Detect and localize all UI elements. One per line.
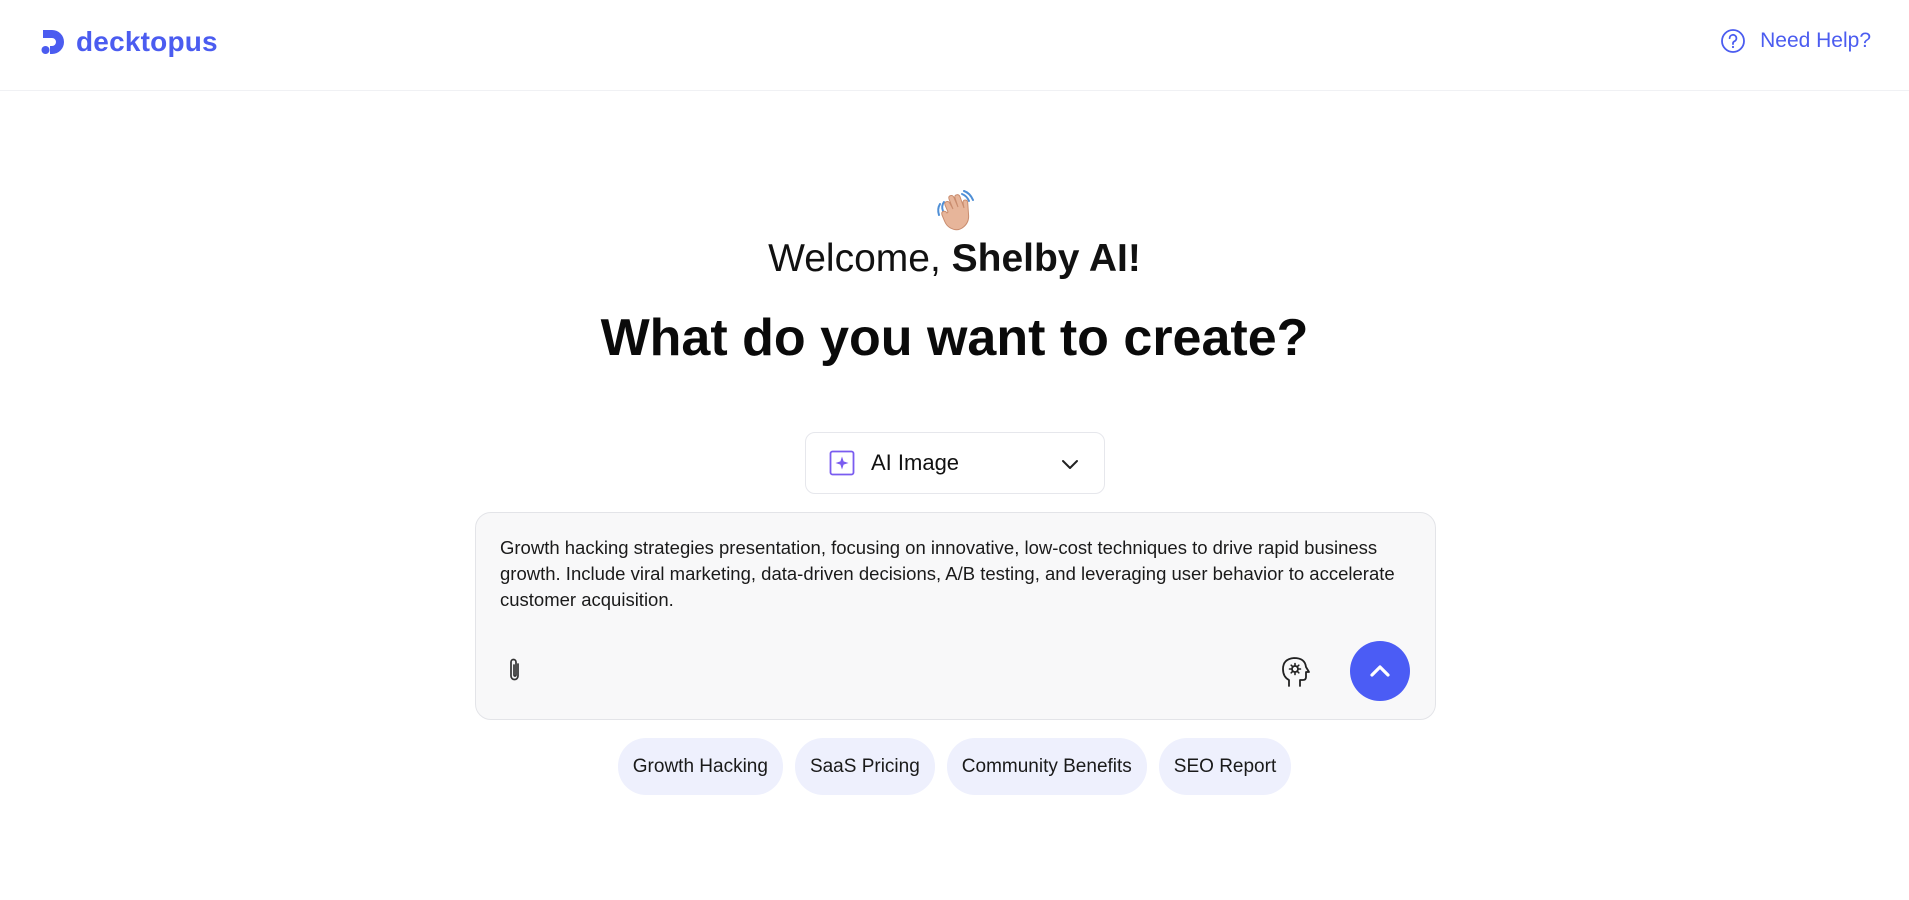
suggestion-chip-saas-pricing[interactable]: SaaS Pricing	[794, 738, 935, 795]
send-button[interactable]	[1350, 641, 1410, 701]
suggestion-chip-community-benefits[interactable]: Community Benefits	[946, 738, 1147, 795]
suggestion-chip-seo-report[interactable]: SEO Report	[1158, 738, 1292, 795]
brand-name: decktopus	[76, 26, 218, 57]
decktopus-logo[interactable]: decktopus	[40, 26, 218, 58]
prompt-textarea[interactable]: Growth hacking strategies presentation, …	[500, 535, 1405, 613]
suggestion-chips: Growth Hacking SaaS Pricing Community Be…	[0, 738, 1909, 795]
page-title: What do you want to create?	[600, 309, 1309, 367]
question-circle-icon	[1721, 29, 1745, 53]
content-type-selected: AI Image	[871, 450, 960, 475]
chevron-down-icon	[1062, 460, 1078, 469]
brain-gear-icon[interactable]	[1280, 655, 1312, 689]
welcome-message: Welcome, Shelby AI!	[0, 234, 1909, 284]
waving-hand-icon	[933, 190, 977, 234]
chevron-up-icon	[1370, 665, 1390, 677]
prompt-composer: Growth hacking strategies presentation, …	[475, 512, 1436, 720]
suggestion-chip-growth-hacking[interactable]: Growth Hacking	[617, 738, 783, 795]
paperclip-icon[interactable]	[502, 655, 528, 685]
sparkle-icon	[829, 450, 855, 476]
welcome-prefix: Welcome,	[768, 237, 952, 280]
user-name: Shelby AI!	[951, 237, 1141, 280]
top-bar: decktopus Need Help?	[0, 0, 1909, 91]
decktopus-logo-icon	[41, 30, 64, 54]
need-help-link[interactable]: Need Help?	[1720, 28, 1871, 54]
content-type-select[interactable]: AI Image	[805, 432, 1105, 494]
need-help-label: Need Help?	[1760, 29, 1871, 52]
